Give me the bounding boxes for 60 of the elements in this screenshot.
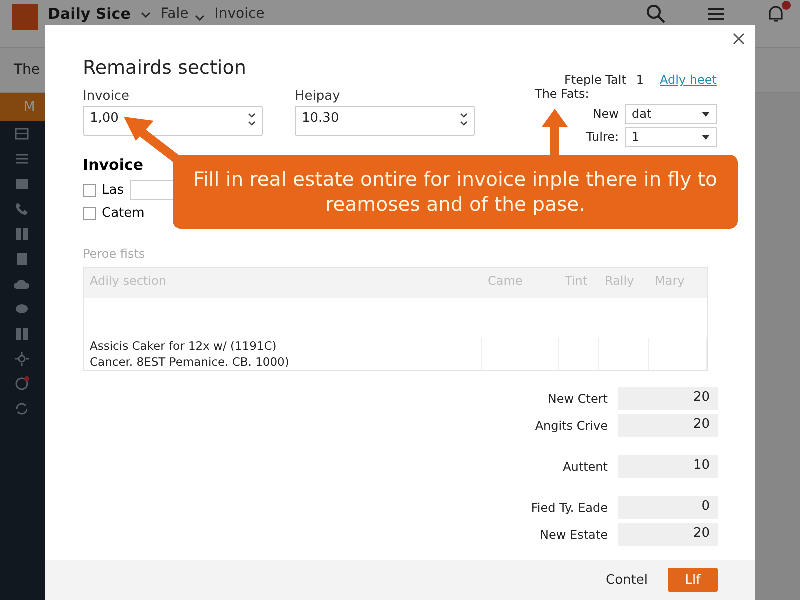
value-field: 20 — [618, 387, 718, 410]
section-heading: Invoice — [83, 156, 145, 174]
column-header: Came — [482, 268, 559, 298]
count: 1 — [636, 73, 644, 87]
column-header: Adily section — [84, 268, 482, 298]
field-label: The Fats: — [535, 87, 590, 101]
value-field: 0 — [618, 496, 718, 519]
caret-icon — [140, 12, 151, 18]
dialog-title: Remairds section — [83, 57, 248, 79]
total-label: New Ctert — [548, 392, 608, 406]
doc-icon[interactable] — [14, 250, 30, 266]
caret-icon — [194, 15, 205, 21]
gear-icon[interactable] — [14, 350, 30, 366]
field-label: New — [592, 107, 619, 121]
grid-icon[interactable] — [14, 226, 30, 242]
field-label: Heipay — [295, 89, 342, 104]
select-field[interactable]: 1,00 — [83, 106, 263, 136]
total-label: Angits Crive — [535, 418, 608, 432]
caret-icon — [702, 112, 710, 116]
checkbox[interactable] — [83, 184, 96, 196]
column-header: Rally — [599, 268, 649, 298]
table-cell: Assicis Caker for 12x w/ (1191C) — [84, 338, 482, 354]
alert-icon[interactable] — [14, 376, 30, 392]
app-name[interactable]: Daily Sice — [48, 4, 131, 24]
field-label: Tulre: — [586, 130, 619, 144]
spinner-icon — [460, 111, 468, 127]
value-field: 20 — [618, 414, 718, 437]
link[interactable]: Adly heet — [660, 73, 717, 87]
value-field: 10 — [618, 455, 718, 478]
field-label: Invoice — [83, 89, 130, 104]
column-header: Tint — [559, 268, 599, 298]
total-label: New Estate — [540, 528, 608, 542]
checkbox[interactable] — [83, 207, 96, 220]
checkbox-label: Las — [102, 182, 124, 198]
select-field[interactable]: 1 — [625, 127, 717, 147]
caret-icon — [702, 134, 710, 140]
phone-icon[interactable] — [14, 200, 30, 216]
menu-item[interactable]: Invoice — [214, 4, 265, 24]
menu-item[interactable]: Fale — [160, 4, 205, 24]
table-caption: Peroe fists — [83, 247, 146, 261]
total-label: Fied Ty. Eade — [531, 500, 608, 514]
sync-icon[interactable] — [14, 400, 30, 416]
search-icon[interactable] — [646, 4, 666, 24]
page-title: The — [14, 62, 40, 78]
bell-icon[interactable] — [766, 4, 786, 24]
callout-bubble: Fill in real estate ontire for invoice inple there in fly to reamoses and of the pase. — [173, 155, 738, 229]
value-field: 20 — [618, 523, 718, 546]
table-cell: Cancer. 8EST Pemanice. CB. 1000) — [84, 354, 482, 370]
select-field[interactable]: dat — [625, 104, 717, 124]
spinner-icon — [248, 111, 256, 127]
grid-icon[interactable] — [14, 326, 30, 342]
select-field[interactable]: 10.30 — [295, 106, 475, 136]
close-icon[interactable] — [733, 33, 745, 45]
cancel-button[interactable]: Contel — [600, 572, 654, 588]
total-label: Auttent — [563, 460, 608, 474]
ok-button[interactable]: Llf — [668, 568, 718, 592]
column-header: Mary — [649, 268, 707, 298]
checkbox-label: Catem — [102, 206, 145, 221]
list-icon[interactable] — [14, 126, 30, 142]
field-label: Fteple Talt — [564, 73, 626, 87]
